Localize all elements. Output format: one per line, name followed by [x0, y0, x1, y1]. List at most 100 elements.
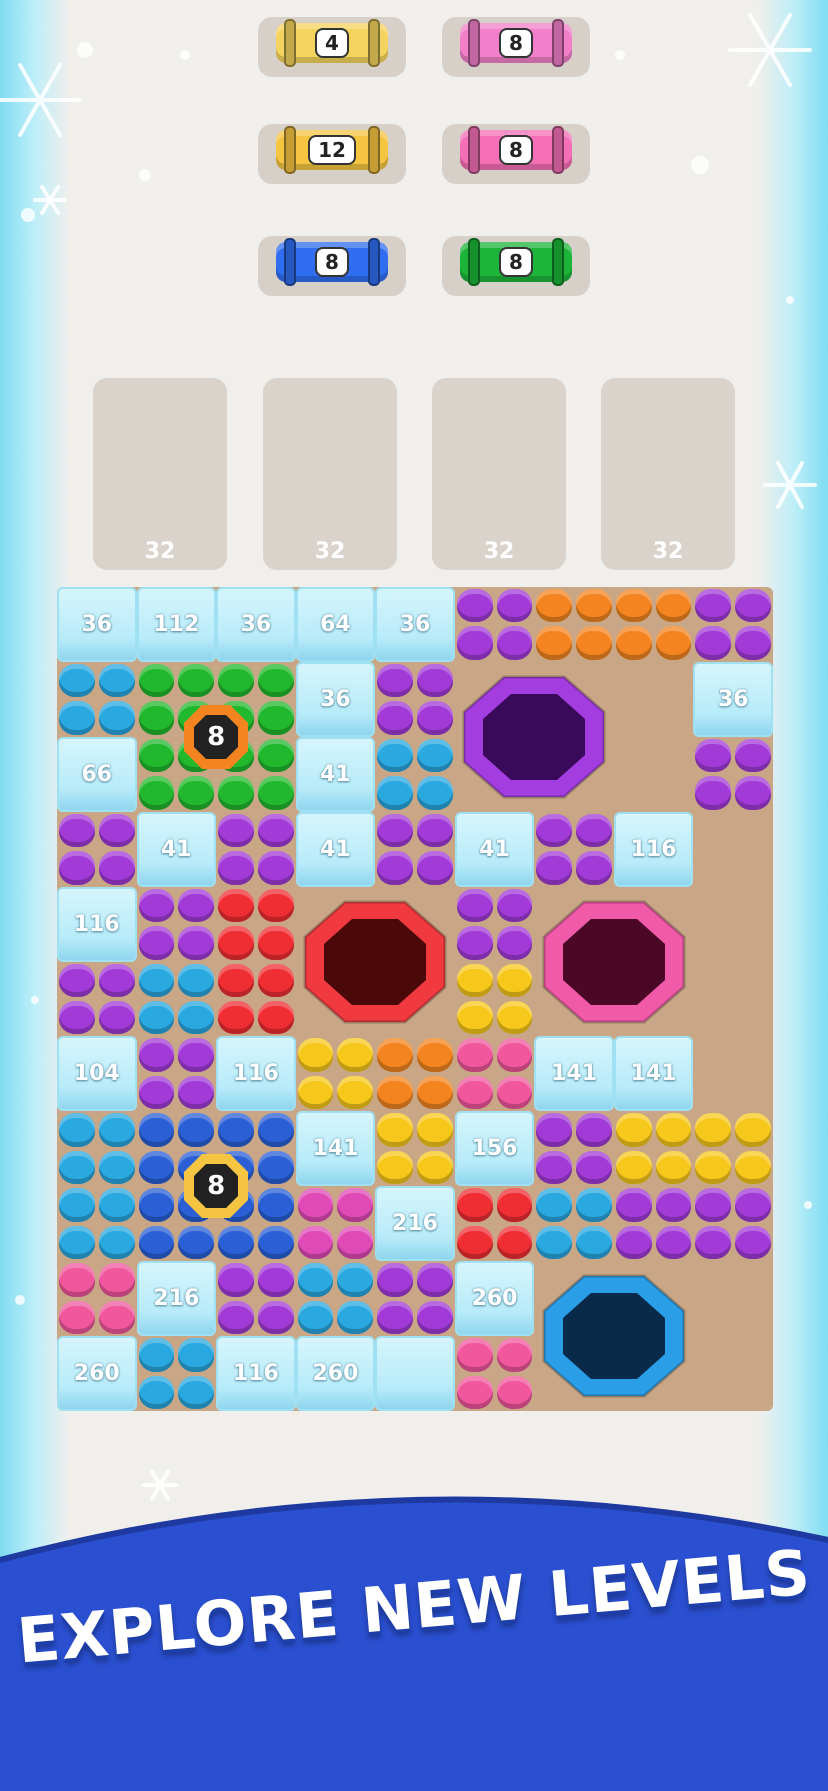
- yarn-stack[interactable]: [455, 1336, 535, 1411]
- ice-block[interactable]: 156: [454, 1111, 535, 1187]
- ice-block[interactable]: 260: [57, 1336, 137, 1411]
- ice-block[interactable]: 112: [136, 587, 217, 662]
- color-hole[interactable]: [296, 887, 455, 1037]
- yarn-ball: [98, 1150, 135, 1185]
- ice-block[interactable]: 41: [295, 736, 376, 812]
- ice-block[interactable]: 36: [295, 661, 376, 737]
- ice-block[interactable]: 260: [295, 1336, 376, 1411]
- yarn-stack[interactable]: [455, 962, 535, 1037]
- ice-block[interactable]: 260: [454, 1261, 535, 1337]
- yarn-stack[interactable]: [216, 962, 296, 1037]
- yarn-stack[interactable]: [137, 887, 217, 962]
- yarn-ball: [377, 1263, 413, 1297]
- yarn-stack[interactable]: [137, 962, 217, 1037]
- ice-block[interactable]: 36: [693, 661, 773, 737]
- yarn-stack[interactable]: [455, 587, 535, 662]
- locked-badge[interactable]: 8: [182, 703, 250, 771]
- yarn-stack[interactable]: [693, 1186, 773, 1261]
- yarn-stack[interactable]: [614, 587, 694, 662]
- ice-block[interactable]: 216: [375, 1186, 455, 1262]
- ice-block[interactable]: 116: [216, 1336, 296, 1411]
- yarn-stack[interactable]: [375, 1111, 455, 1186]
- yarn-stack[interactable]: [693, 1111, 773, 1186]
- yarn-ball: [416, 1263, 453, 1297]
- spool-slot[interactable]: 4: [258, 17, 406, 77]
- ice-block[interactable]: 116: [216, 1036, 296, 1112]
- yarn-stack[interactable]: [137, 1036, 217, 1111]
- yarn-stack[interactable]: [296, 1261, 376, 1336]
- ice-block[interactable]: 116: [57, 886, 137, 962]
- yarn-stack[interactable]: [216, 887, 296, 962]
- spool-slot[interactable]: 8: [442, 17, 590, 77]
- ice-block[interactable]: 141: [295, 1111, 376, 1187]
- spool-slot[interactable]: 8: [442, 236, 590, 296]
- yarn-stack[interactable]: [534, 1186, 614, 1261]
- yarn-ball: [257, 1150, 294, 1185]
- ice-block[interactable]: 36: [57, 587, 137, 662]
- spool-count: 8: [315, 247, 349, 277]
- yarn-stack[interactable]: [614, 1111, 694, 1186]
- yarn-stack[interactable]: [57, 1111, 137, 1186]
- thread-spool[interactable]: 4: [276, 19, 388, 67]
- yarn-ball: [257, 1000, 294, 1035]
- yarn-ball: [377, 663, 413, 698]
- yarn-stack[interactable]: [693, 587, 773, 662]
- yarn-stack[interactable]: [216, 812, 296, 887]
- ice-block[interactable]: 116: [613, 811, 694, 887]
- yarn-stack[interactable]: [296, 1186, 376, 1261]
- yarn-stack[interactable]: [614, 1186, 694, 1261]
- ice-block[interactable]: 36: [375, 587, 455, 662]
- yarn-stack[interactable]: [455, 887, 535, 962]
- ice-block[interactable]: 216: [136, 1261, 217, 1337]
- yarn-ball: [456, 1000, 493, 1035]
- thread-spool[interactable]: 12: [276, 126, 388, 174]
- yarn-stack[interactable]: [57, 662, 137, 737]
- ice-block[interactable]: 141: [613, 1036, 694, 1112]
- yarn-stack[interactable]: [137, 1336, 217, 1411]
- yarn-stack[interactable]: [534, 812, 614, 887]
- yarn-stack[interactable]: [57, 812, 137, 887]
- thread-spool[interactable]: 8: [460, 126, 572, 174]
- ice-block[interactable]: 41: [454, 811, 535, 887]
- ice-block[interactable]: 41: [295, 811, 376, 887]
- yarn-stack[interactable]: [57, 962, 137, 1037]
- yarn-stack[interactable]: [375, 1261, 455, 1336]
- yarn-stack[interactable]: [375, 662, 455, 737]
- yarn-ball: [337, 1188, 374, 1222]
- thread-spool[interactable]: 8: [276, 238, 388, 286]
- locked-badge[interactable]: 8: [182, 1152, 250, 1220]
- yarn-stack[interactable]: [375, 1036, 455, 1111]
- thread-spool[interactable]: 8: [460, 238, 572, 286]
- yarn-stack[interactable]: [693, 737, 773, 812]
- yarn-ball: [735, 1113, 771, 1147]
- yarn-stack[interactable]: [216, 1261, 296, 1336]
- yarn-stack[interactable]: [57, 1186, 137, 1261]
- yarn-stack[interactable]: [296, 1036, 376, 1111]
- spool-slot[interactable]: 8: [442, 124, 590, 184]
- ice-block[interactable]: 64: [295, 587, 376, 662]
- yarn-stack[interactable]: [375, 812, 455, 887]
- ice-block[interactable]: 66: [57, 736, 137, 812]
- yarn-stack[interactable]: [455, 1186, 535, 1261]
- thread-spool[interactable]: 8: [460, 19, 572, 67]
- yarn-stack[interactable]: [375, 737, 455, 812]
- ice-block[interactable]: 41: [136, 811, 217, 887]
- color-hole[interactable]: [534, 1261, 693, 1411]
- yarn-ball: [178, 1000, 215, 1035]
- ice-block[interactable]: 141: [534, 1036, 614, 1112]
- color-hole[interactable]: [534, 887, 693, 1037]
- yarn-stack[interactable]: [534, 587, 614, 662]
- ice-block[interactable]: 104: [57, 1036, 137, 1112]
- yarn-stack[interactable]: [455, 1036, 535, 1111]
- ice-block[interactable]: 36: [216, 587, 296, 662]
- yarn-ball: [59, 663, 95, 698]
- yarn-ball: [138, 1150, 175, 1185]
- ice-block[interactable]: [375, 1336, 455, 1411]
- yarn-ball: [655, 1188, 692, 1222]
- color-hole[interactable]: [455, 662, 614, 812]
- spool-slot[interactable]: 12: [258, 124, 406, 184]
- yarn-stack[interactable]: [534, 1111, 614, 1186]
- spool-slot[interactable]: 8: [258, 236, 406, 296]
- yarn-stack[interactable]: [57, 1261, 137, 1336]
- yarn-ball: [576, 1150, 612, 1185]
